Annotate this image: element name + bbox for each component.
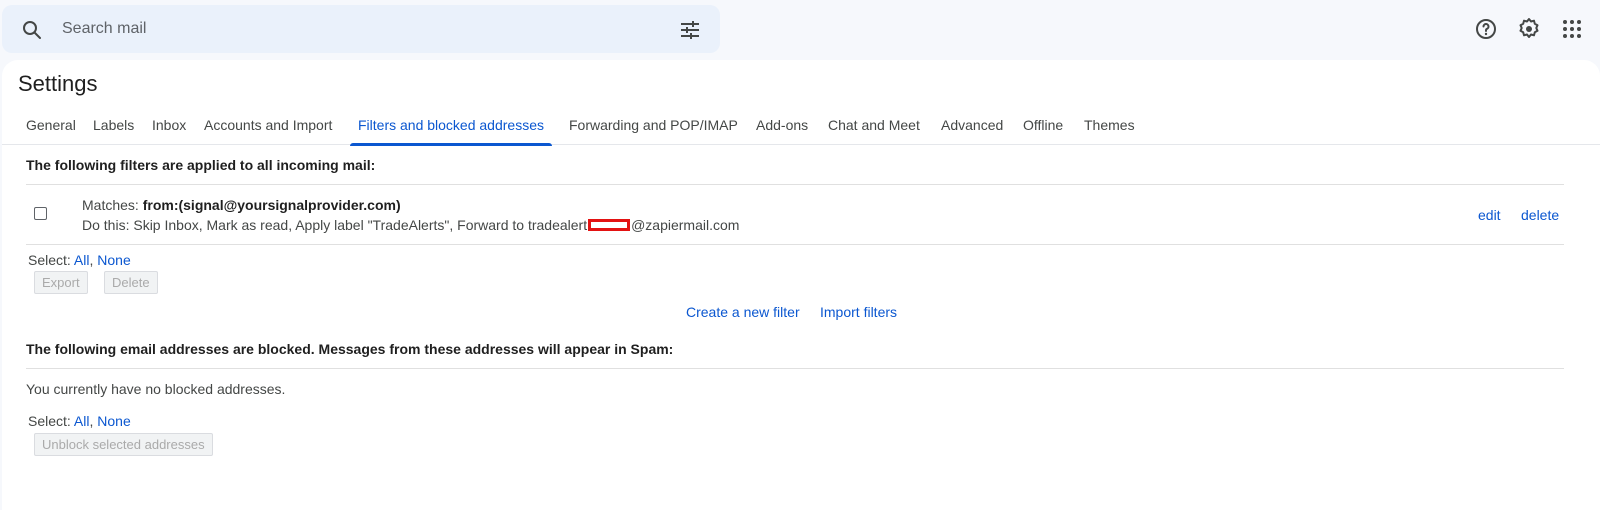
help-icon[interactable] [1474, 17, 1498, 41]
no-blocked-message: You currently have no blocked addresses. [26, 381, 286, 397]
search-icon[interactable] [20, 18, 44, 42]
delete-filter-link[interactable]: delete [1521, 207, 1559, 223]
tab-advanced[interactable]: Advanced [941, 117, 1003, 145]
tab-add-ons[interactable]: Add-ons [756, 117, 808, 145]
export-button[interactable]: Export [34, 271, 88, 294]
divider [26, 244, 1564, 245]
action-email-domain: @zapiermail.com [631, 217, 740, 233]
select-label: Select: [28, 413, 74, 429]
filter-matches: Matches: from:(signal@yoursignalprovider… [82, 197, 401, 213]
select-none-link[interactable]: None [97, 413, 130, 429]
divider [26, 368, 1564, 369]
tab-general[interactable]: General [26, 117, 76, 145]
page-title: Settings [18, 71, 98, 96]
matches-value: from:(signal@yoursignalprovider.com) [142, 197, 401, 213]
tab-forwarding-and-pop-imap[interactable]: Forwarding and POP/IMAP [569, 117, 738, 145]
blocked-heading: The following email addresses are blocke… [26, 341, 674, 357]
tab-chat-and-meet[interactable]: Chat and Meet [828, 117, 920, 145]
filters-heading: The following filters are applied to all… [26, 157, 376, 173]
search-bar[interactable] [2, 5, 720, 53]
top-bar [0, 0, 1600, 60]
filter-row: Matches: from:(signal@yoursignalprovider… [2, 185, 1562, 245]
redaction-box [588, 219, 631, 231]
settings-tabs: General Labels Inbox Accounts and Import… [2, 108, 1600, 146]
search-input[interactable] [60, 15, 660, 43]
tab-filters-and-blocked-addresses[interactable]: Filters and blocked addresses [350, 117, 552, 146]
create-filter-link[interactable]: Create a new filter [686, 304, 800, 320]
import-filters-link[interactable]: Import filters [820, 304, 897, 320]
edit-filter-link[interactable]: edit [1478, 207, 1501, 223]
matches-label: Matches: [82, 197, 143, 213]
tab-themes[interactable]: Themes [1084, 117, 1135, 145]
tab-labels[interactable]: Labels [93, 117, 134, 145]
filter-checkbox[interactable] [34, 207, 47, 220]
tab-inbox[interactable]: Inbox [152, 117, 186, 145]
settings-panel: Settings General Labels Inbox Accounts a… [2, 60, 1600, 510]
select-all-link[interactable]: All [74, 413, 90, 429]
filter-actions: Do this: Skip Inbox, Mark as read, Apply… [82, 217, 739, 233]
filters-select-line: Select: All, None [28, 252, 131, 268]
delete-button[interactable]: Delete [104, 271, 158, 294]
tab-accounts-and-import[interactable]: Accounts and Import [204, 117, 332, 145]
blocked-select-line: Select: All, None [28, 413, 131, 429]
unblock-selected-button[interactable]: Unblock selected addresses [34, 433, 213, 456]
tune-icon[interactable] [678, 18, 702, 42]
select-none-link[interactable]: None [97, 252, 130, 268]
tab-offline[interactable]: Offline [1023, 117, 1063, 145]
action-text: Do this: Skip Inbox, Mark as read, Apply… [82, 217, 588, 233]
select-all-link[interactable]: All [74, 252, 90, 268]
apps-grid-icon[interactable] [1560, 17, 1584, 41]
settings-gear-icon[interactable] [1517, 17, 1541, 41]
select-label: Select: [28, 252, 74, 268]
